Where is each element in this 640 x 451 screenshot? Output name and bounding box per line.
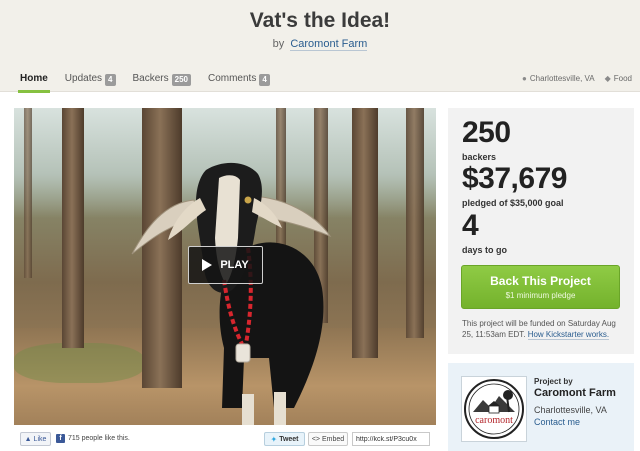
- tab-label: Home: [20, 73, 48, 84]
- creator-location: Charlottesville, VA: [534, 405, 607, 415]
- tweet-button[interactable]: ✦ Tweet: [264, 432, 305, 446]
- byline: by Caromont Farm: [0, 38, 640, 51]
- logo-wordmark: caromont: [475, 415, 513, 426]
- funding-deadline-note: This project will be funded on Saturday …: [462, 318, 626, 340]
- pledged-amount: $37,679: [462, 162, 567, 195]
- tree-trunk: [352, 108, 378, 358]
- back-this-project-button[interactable]: Back This Project $1 minimum pledge: [461, 265, 620, 309]
- project-header: Vat's the Idea! by Caromont Farm Home Up…: [0, 0, 640, 93]
- project-meta: ● Charlottesville, VA ◆ Food: [522, 74, 632, 83]
- location-text: Charlottesville, VA: [529, 74, 595, 83]
- how-kickstarter-works-link[interactable]: How Kickstarter works.: [527, 330, 610, 340]
- backers-count: 250: [462, 116, 511, 149]
- project-title: Vat's the Idea!: [249, 9, 391, 32]
- tab-label: Updates: [64, 73, 103, 84]
- days-label: days to go: [462, 245, 508, 255]
- count-badge: 250: [171, 74, 191, 86]
- category-text: Food: [613, 74, 632, 83]
- count-badge: 4: [259, 74, 270, 86]
- tab-backers[interactable]: Backers 250: [133, 73, 191, 92]
- play-icon: [202, 259, 213, 271]
- project-video[interactable]: PLAY: [14, 108, 436, 425]
- like-label: Like: [33, 435, 47, 443]
- thumbs-up-icon: ▲: [24, 435, 32, 443]
- location-link[interactable]: ● Charlottesville, VA: [522, 74, 595, 83]
- play-label: PLAY: [220, 259, 249, 271]
- project-tabs: Home Updates 4 Backers 250 Comments 4: [18, 73, 270, 93]
- tree-trunk: [62, 108, 84, 348]
- tweet-label: Tweet: [279, 435, 299, 443]
- code-icon: <>: [311, 435, 320, 443]
- tab-label: Backers: [132, 73, 169, 84]
- share-bar: ▲ Like f 715 people like this. ✦ Tweet <…: [20, 431, 436, 447]
- tree-trunk: [406, 108, 424, 338]
- creator-name[interactable]: Caromont Farm: [534, 387, 616, 399]
- likes-text: 715 people like this.: [68, 435, 130, 442]
- funding-stats: 250 backers $37,679 pledged of $35,000 g…: [448, 108, 634, 354]
- tree-trunk: [24, 108, 32, 278]
- facebook-like-button[interactable]: ▲ Like: [20, 432, 51, 446]
- category-link[interactable]: ◆ Food: [605, 74, 632, 83]
- tab-home[interactable]: Home: [18, 73, 50, 93]
- backers-label: backers: [462, 152, 497, 162]
- project-by-heading: Project by: [534, 377, 573, 386]
- byline-prefix: by: [272, 38, 285, 50]
- facebook-icon: f: [56, 434, 65, 443]
- tab-comments[interactable]: Comments 4: [208, 73, 270, 92]
- minimum-pledge-label: $1 minimum pledge: [505, 291, 576, 300]
- caromont-logo-image: caromont: [464, 379, 524, 439]
- play-button[interactable]: PLAY: [188, 246, 263, 284]
- tag-icon: ◆: [604, 74, 611, 83]
- embed-label: Embed: [322, 435, 345, 443]
- map-pin-icon: ●: [522, 74, 527, 83]
- twitter-bird-icon: ✦: [270, 434, 278, 444]
- embed-button[interactable]: <> Embed: [308, 432, 348, 446]
- creator-link[interactable]: Caromont Farm: [290, 38, 368, 51]
- creator-card: caromont Project by Caromont Farm Charlo…: [448, 363, 634, 451]
- creator-logo[interactable]: caromont: [461, 376, 527, 442]
- facebook-like-count: f 715 people like this.: [56, 434, 130, 443]
- back-button-label: Back This Project: [490, 274, 591, 288]
- pledged-label: pledged of $35,000 goal: [462, 198, 564, 208]
- tab-label: Comments: [207, 73, 257, 84]
- short-url-field[interactable]: [352, 432, 430, 446]
- contact-me-link[interactable]: Contact me: [534, 417, 580, 427]
- count-badge: 4: [105, 74, 116, 86]
- tab-updates[interactable]: Updates 4: [65, 73, 116, 92]
- days-count: 4: [462, 209, 479, 242]
